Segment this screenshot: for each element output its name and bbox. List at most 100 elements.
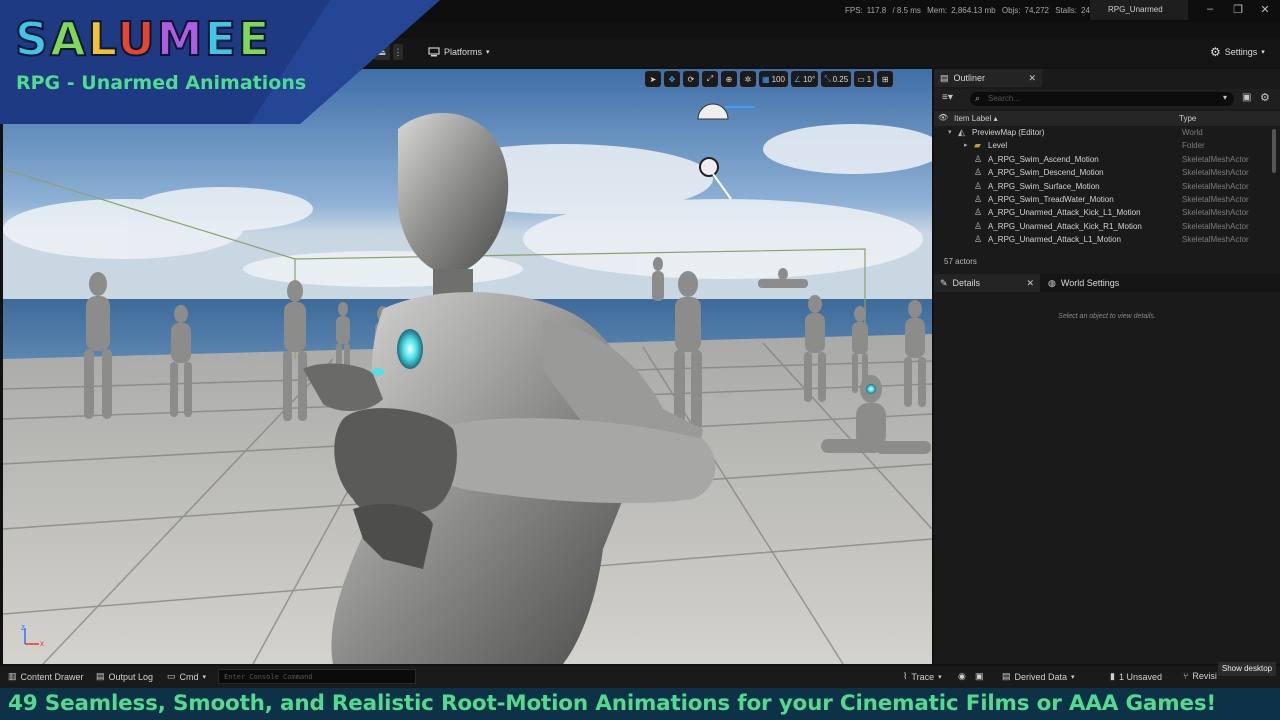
more-options-icon[interactable]: ⋮ xyxy=(393,44,403,60)
layout-icon[interactable]: ⊞ xyxy=(877,71,894,87)
derived-data-button[interactable]: ▤ Derived Data ▾ xyxy=(1002,671,1075,682)
translate-mode-icon[interactable]: ✥ xyxy=(664,71,680,87)
caption-text: 49 Seamless, Smooth, and Realistic Root-… xyxy=(8,691,1217,716)
cmd-button[interactable]: ▭ Cmd ▾ xyxy=(167,671,206,682)
trace-button[interactable]: ⌇ Trace ▾ xyxy=(903,671,942,682)
main-toolbar: ⏏ ⋮ Platforms ▾ ⚙ Settings ▾ xyxy=(0,38,1280,67)
objs-value: 74,272 xyxy=(1024,6,1049,15)
revision-control-button[interactable]: ⑂ Revisi xyxy=(1183,671,1217,681)
screenshot-icon[interactable]: ▣ xyxy=(975,671,984,682)
rotation-snap-value: 10° xyxy=(803,74,816,84)
platforms-label: Platforms xyxy=(444,47,483,57)
performance-stats: FPS: 117.8 / 8.5 ms Mem: 2,864.13 mb Objs:… xyxy=(845,6,1094,15)
world-settings-label: World Settings xyxy=(1060,278,1120,288)
restore-button[interactable]: ❐ xyxy=(1231,3,1245,16)
chevron-down-icon[interactable]: ▾ xyxy=(1223,93,1227,102)
outliner-row[interactable]: ♙ A_RPG_Swim_Surface_Motion SkeletalMeshAc… xyxy=(934,181,1274,194)
axis-x-label: x xyxy=(40,639,44,648)
rotation-snap-button[interactable]: ∠ 10° xyxy=(790,71,819,87)
search-icon: ⌕ xyxy=(975,93,981,103)
actor-icon: ♙ xyxy=(974,180,983,191)
outliner-row[interactable]: ♙ A_RPG_Swim_Ascend_Motion SkeletalMeshAct… xyxy=(934,154,1274,167)
add-folder-icon[interactable]: ▣ xyxy=(1242,92,1251,103)
camera-icon: ▭ xyxy=(857,74,865,84)
cmd-label: Cmd xyxy=(179,671,199,682)
scale-mode-icon[interactable]: ⤢ xyxy=(702,71,718,87)
project-tab[interactable]: RPG_Unarmed xyxy=(1090,0,1188,20)
caption-banner: 49 Seamless, Smooth, and Realistic Root-… xyxy=(0,688,1280,720)
gear-icon: ⚙ xyxy=(1210,45,1221,59)
grid-snap-icon: ▦ xyxy=(762,74,770,84)
unsaved-label: 1 Unsaved xyxy=(1118,671,1162,682)
output-log-button[interactable]: ▤ Output Log xyxy=(96,671,153,682)
chevron-down-icon[interactable]: ▾ xyxy=(948,128,952,136)
details-empty-message: Select an object to view details. xyxy=(1058,313,1156,320)
outliner-item-label: A_RPG_Unarmed_Attack_Kick_R1_Motion xyxy=(988,221,1142,231)
scale-snap-value: 0.25 xyxy=(832,74,849,84)
log-icon: ▤ xyxy=(96,671,105,681)
fps-label: FPS: xyxy=(845,6,863,15)
show-desktop-tooltip: Show desktop xyxy=(1218,662,1276,676)
eject-icon[interactable]: ⏏ xyxy=(374,44,390,60)
outliner-search-input[interactable]: Search... xyxy=(970,92,1234,106)
grid-snap-button[interactable]: ▦ 100 xyxy=(759,71,788,87)
item-label-column[interactable]: Item Label ▴ xyxy=(954,114,998,123)
record-icon[interactable]: ◉ xyxy=(958,671,966,682)
mem-label: Mem: xyxy=(927,6,948,15)
outliner-item-type: SkeletalMeshActor xyxy=(1182,154,1249,164)
close-window-button[interactable]: ✕ xyxy=(1258,3,1272,16)
chevron-right-icon[interactable]: ▸ xyxy=(964,141,968,149)
camera-speed-button[interactable]: ▭ 1 xyxy=(854,71,875,87)
console-input[interactable]: Enter Console Command xyxy=(218,669,416,684)
outliner-item-type: SkeletalMeshActor xyxy=(1182,181,1249,191)
tab-outliner[interactable]: ▤ Outliner ✕ xyxy=(934,69,1042,87)
outliner-scrollbar[interactable] xyxy=(1272,129,1276,173)
tab-details[interactable]: ✎ Details ✕ xyxy=(934,274,1040,292)
details-tab-label: Details xyxy=(952,278,981,288)
platforms-button[interactable]: Platforms ▾ xyxy=(428,43,490,61)
scale-snap-button[interactable]: ⤡ 0.25 xyxy=(821,71,852,87)
settings-label: Settings xyxy=(1224,47,1258,57)
surface-snap-icon[interactable]: ✲ xyxy=(740,71,756,87)
close-icon[interactable]: ✕ xyxy=(1028,73,1036,84)
outliner-item-label: A_RPG_Swim_TreadWater_Motion xyxy=(988,194,1114,204)
type-column[interactable]: Type xyxy=(1179,114,1196,123)
outliner-icon: ▤ xyxy=(940,72,949,83)
filter-icon[interactable]: ≡▾ xyxy=(942,92,953,103)
visibility-icon[interactable]: 👁 xyxy=(938,113,948,122)
viewport-toolbar: ➤ ✥ ⟳ ⤢ ⊕ ✲ ▦ 100 ∠ 10° ⤡ 0.25 ▭ 1 ⊞ xyxy=(645,71,894,87)
rotate-mode-icon[interactable]: ⟳ xyxy=(683,71,699,87)
select-mode-icon[interactable]: ➤ xyxy=(645,71,661,87)
level-viewport[interactable]: ➤ ✥ ⟳ ⤢ ⊕ ✲ ▦ 100 ∠ 10° ⤡ 0.25 ▭ 1 ⊞ z x xyxy=(3,69,932,664)
stalls-label: Stalls: xyxy=(1055,6,1078,15)
scale-snap-icon: ⤡ xyxy=(824,74,831,83)
content-drawer-label: Content Drawer xyxy=(20,671,84,682)
outliner-item-type: World xyxy=(1182,128,1203,137)
outliner-list: ▾ ◭ PreviewMap (Editor) World ▸ ▰ Level Folder ♙… xyxy=(934,127,1274,249)
outliner-row[interactable]: ♙ A_RPG_Swim_Descend_Motion SkeletalMeshAc… xyxy=(934,167,1274,180)
outliner-row[interactable]: ▾ ◭ PreviewMap (Editor) World xyxy=(934,127,1274,140)
world-space-icon[interactable]: ⊕ xyxy=(721,71,737,87)
branch-icon: ⑂ xyxy=(1183,671,1189,681)
gear-icon[interactable]: ⚙ xyxy=(1260,91,1270,104)
globe-icon: ◍ xyxy=(1048,277,1056,288)
viewport-scene xyxy=(3,69,932,664)
outliner-row[interactable]: ▸ ▰ Level Folder xyxy=(934,140,1274,153)
outliner-item-label: A_RPG_Swim_Descend_Motion xyxy=(988,168,1104,178)
unsaved-button[interactable]: ▮ 1 Unsaved xyxy=(1110,671,1162,682)
outliner-row[interactable]: ♙ A_RPG_Unarmed_Attack_L1_Motion SkeletalM… xyxy=(934,234,1274,247)
settings-button[interactable]: ⚙ Settings ▾ xyxy=(1210,43,1265,61)
output-log-label: Output Log xyxy=(108,671,154,682)
outliner-row[interactable]: ♙ A_RPG_Unarmed_Attack_Kick_L1_Motion Skel… xyxy=(934,207,1274,220)
outliner-row[interactable]: ♙ A_RPG_Swim_TreadWater_Motion SkeletalMes… xyxy=(934,194,1274,207)
outliner-row[interactable]: ♙ A_RPG_Unarmed_Attack_Kick_R1_Motion Skel… xyxy=(934,221,1274,234)
content-drawer-button[interactable]: ▥ Content Drawer xyxy=(8,671,84,682)
drawer-icon: ▥ xyxy=(8,671,17,681)
stalls-value: 24 xyxy=(1081,6,1090,15)
minimize-button[interactable]: – xyxy=(1203,3,1217,15)
rotation-snap-icon: ∠ xyxy=(793,74,802,84)
tab-world-settings[interactable]: ◍ World Settings xyxy=(1042,274,1152,292)
close-icon[interactable]: ✕ xyxy=(1026,278,1034,289)
folder-icon: ▰ xyxy=(974,140,981,151)
outliner-tab-label: Outliner xyxy=(953,73,986,83)
